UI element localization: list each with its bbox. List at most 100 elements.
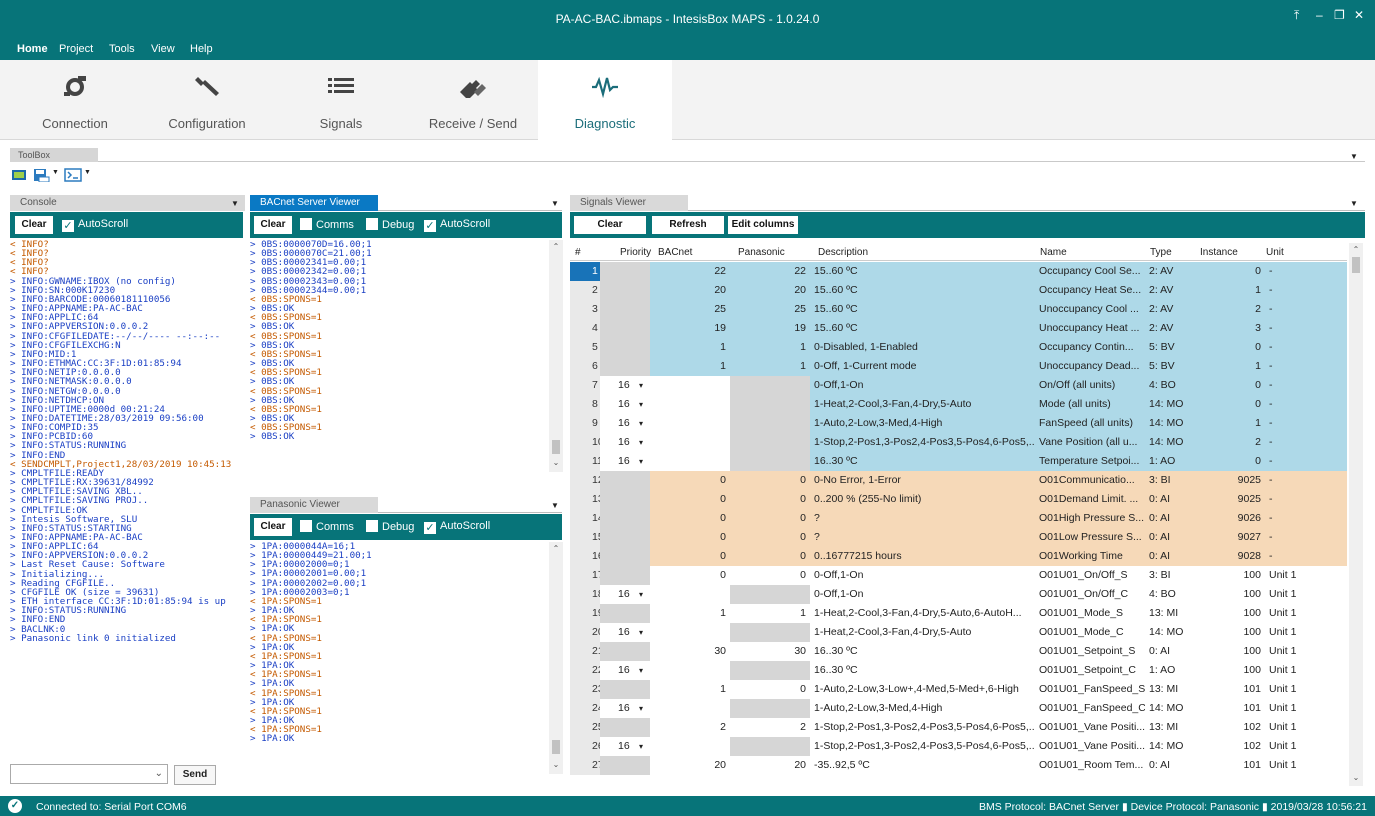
edit-columns-button[interactable]: Edit columns [728,216,798,234]
console-clear-button[interactable]: Clear [15,216,53,234]
table-row[interactable]: 6 1 1 0-Off, 1-Current mode Unoccupancy Dead… [570,357,1347,376]
cell-type: 2: AV [1145,281,1195,300]
console-tab[interactable]: Console [10,195,245,211]
signals-scrollbar[interactable]: ⌃ ⌄ [1349,243,1363,786]
send-button[interactable]: Send [174,765,216,785]
table-row[interactable]: 2416▾1-Auto,2-Low,3-Med,4-HighO01U01_Fan… [570,699,1347,718]
col-bacnet[interactable]: BACnet [658,247,692,258]
col-type[interactable]: Type [1150,247,1172,258]
signals-tab[interactable]: Signals Viewer [570,195,688,211]
bacnet-tab[interactable]: BACnet Server Viewer [250,195,378,211]
table-row[interactable]: 19111-Heat,2-Cool,3-Fan,4-Dry,5-Auto,6-A… [570,604,1347,623]
priority-dropdown-icon[interactable]: ▾ [636,661,643,680]
terminal-icon[interactable] [64,168,82,182]
panasonic-autoscroll-checkbox[interactable]: ✓ AutoScroll [424,520,490,534]
panasonic-debug-checkbox[interactable]: Debug [366,520,414,533]
bacnet-debug-checkbox[interactable]: Debug [366,218,414,231]
panasonic-dropdown-icon[interactable]: ▼ [551,501,559,510]
table-row[interactable]: 1816▾0-Off,1-OnO01U01_On/Off_C4: BO100Un… [570,585,1347,604]
ribbon-diagnostic[interactable]: Diagnostic [538,60,672,140]
table-row[interactable]: 5 1 1 0-Disabled, 1-Enabled Occupancy Contin… [570,338,1347,357]
console-dropdown-icon[interactable]: ▼ [231,199,239,208]
toolbox-collapse-icon[interactable]: ▼ [1350,152,1358,161]
table-row[interactable]: 17000-Off,1-OnO01U01_On/Off_S3: BI100Uni… [570,566,1347,585]
close-button[interactable]: ✕ [1354,8,1364,22]
col-priority[interactable]: Priority [620,247,651,258]
col-panasonic[interactable]: Panasonic [738,247,785,258]
table-row[interactable]: 11 16 ▾ 16..30 ºC Temperature Setpoi... 1: AO… [570,452,1347,471]
priority-dropdown-icon[interactable]: ▾ [636,452,643,471]
menu-tools[interactable]: Tools [109,43,135,55]
table-row[interactable]: 3 25 25 15..60 ºC Unoccupancy Cool ... 2: AV 2… [570,300,1347,319]
table-row[interactable]: 12000-No Error, 1-ErrorO01Communicatio..… [570,471,1347,490]
table-row[interactable]: 4 19 19 15..60 ºC Unoccupancy Heat ... 2: AV 3… [570,319,1347,338]
bacnet-comms-checkbox[interactable]: Comms [300,218,354,231]
panasonic-tab[interactable]: Panasonic Viewer [250,497,378,513]
menu-home[interactable]: Home [17,43,48,55]
table-row[interactable]: 2 20 20 15..60 ºC Occupancy Heat Se... 2: AV 1… [570,281,1347,300]
priority-dropdown-icon[interactable]: ▾ [636,395,643,414]
table-row[interactable]: 15 00?O01Low Pressure S...0: AI9027- [570,528,1347,547]
table-row[interactable]: 7 16 ▾ 0-Off,1-On On/Off (all units) 4: BO 0- [570,376,1347,395]
priority-dropdown-icon[interactable]: ▾ [636,699,643,718]
upload-icon[interactable]: ⤒ [1294,8,1299,23]
toolbox-tab[interactable]: ToolBox [10,148,98,162]
cell-pana [730,585,810,604]
col-description[interactable]: Description [818,247,868,258]
table-row[interactable]: 2216▾16..30 ºCO01U01_Setpoint_C1: AO100U… [570,661,1347,680]
panasonic-log[interactable]: > 1PA:0000044A=16;1 > 1PA:00000449=21.00;… [250,542,546,774]
signals-dropdown-icon[interactable]: ▼ [1350,199,1358,208]
priority-dropdown-icon[interactable]: ▾ [636,433,643,452]
console-command-combo[interactable]: ⌄ [10,764,168,784]
table-row[interactable]: 1 22 22 15..60 ºC Occupancy Cool Se... 2: AV 0… [570,262,1347,281]
console-log[interactable]: < INFO? < INFO? < INFO? < INFO? > INFO:GWNAM… [10,240,243,758]
chip-icon[interactable] [10,168,28,182]
col-name[interactable]: Name [1040,247,1067,258]
ribbon-receive-send[interactable]: Receive / Send [406,60,540,140]
table-row[interactable]: 2016▾1-Heat,2-Cool,3-Fan,4-Dry,5-AutoO01… [570,623,1347,642]
menu-help[interactable]: Help [190,43,213,55]
ribbon-connection[interactable]: Connection [8,60,142,140]
menu-view[interactable]: View [151,43,175,55]
panasonic-scrollbar[interactable]: ⌃ ⌄ [549,542,563,774]
menu-project[interactable]: Project [59,43,93,55]
table-row[interactable]: 2616▾1-Stop,2-Pos1,3-Pos2,4-Pos3,5-Pos4,… [570,737,1347,756]
console-autoscroll-checkbox[interactable]: ✓ AutoScroll [62,218,128,232]
signals-clear-button[interactable]: Clear [574,216,646,234]
col-instance[interactable]: Instance [1200,247,1238,258]
table-row[interactable]: 8 16 ▾ 1-Heat,2-Cool,3-Fan,4-Dry,5-Auto Mode… [570,395,1347,414]
table-row[interactable]: 272020-35..92,5 ºCO01U01_Room Tem...0: A… [570,756,1347,775]
table-row[interactable]: 21303016..30 ºCO01U01_Setpoint_S0: AI100… [570,642,1347,661]
priority-dropdown-icon[interactable]: ▾ [636,414,643,433]
save-log-icon[interactable] [32,168,50,182]
priority-dropdown-icon[interactable]: ▾ [636,623,643,642]
cell-num: 6 [570,357,600,376]
minimize-button[interactable]: – [1316,8,1323,22]
bacnet-clear-button[interactable]: Clear [254,216,292,234]
priority-dropdown-icon[interactable]: ▾ [636,585,643,604]
terminal-dropdown-icon[interactable]: ▼ [84,169,91,176]
table-row[interactable]: 14 00?O01High Pressure S...0: AI9026- [570,509,1347,528]
col-unit[interactable]: Unit [1266,247,1284,258]
cell-bac: 1 [650,680,730,699]
panasonic-clear-button[interactable]: Clear [254,518,292,536]
signals-refresh-button[interactable]: Refresh [652,216,724,234]
table-row[interactable]: 9 16 ▾ 1-Auto,2-Low,3-Med,4-High FanSpeed (a… [570,414,1347,433]
bacnet-dropdown-icon[interactable]: ▼ [551,199,559,208]
priority-dropdown-icon[interactable]: ▾ [636,737,643,756]
table-row[interactable]: 1016▾1-Stop,2-Pos1,3-Pos2,4-Pos3,5-Pos4,… [570,433,1347,452]
save-dropdown-icon[interactable]: ▼ [52,169,59,176]
table-row[interactable]: 16000..16777215 hoursO01Working Time0: A… [570,547,1347,566]
ribbon-signals[interactable]: Signals [274,60,408,140]
bacnet-autoscroll-checkbox[interactable]: ✓ AutoScroll [424,218,490,232]
panasonic-comms-checkbox[interactable]: Comms [300,520,354,533]
table-row[interactable]: 23 101-Auto,2-Low,3-Low+,4-Med,5-Med+,6-H… [570,680,1347,699]
restore-button[interactable]: ❐ [1334,8,1345,22]
ribbon-configuration[interactable]: Configuration [140,60,274,140]
table-row[interactable]: 25221-Stop,2-Pos1,3-Pos2,4-Pos3,5-Pos4,6… [570,718,1347,737]
priority-dropdown-icon[interactable]: ▾ [636,376,643,395]
col-index[interactable]: # [575,247,581,258]
bacnet-log[interactable]: > 0BS:0000070D=16.00;1 > 0BS:0000070C=21.… [250,240,546,472]
table-row[interactable]: 13000..200 % (255-No limit)O01Demand Lim… [570,490,1347,509]
bacnet-scrollbar[interactable]: ⌃ ⌄ [549,240,563,472]
